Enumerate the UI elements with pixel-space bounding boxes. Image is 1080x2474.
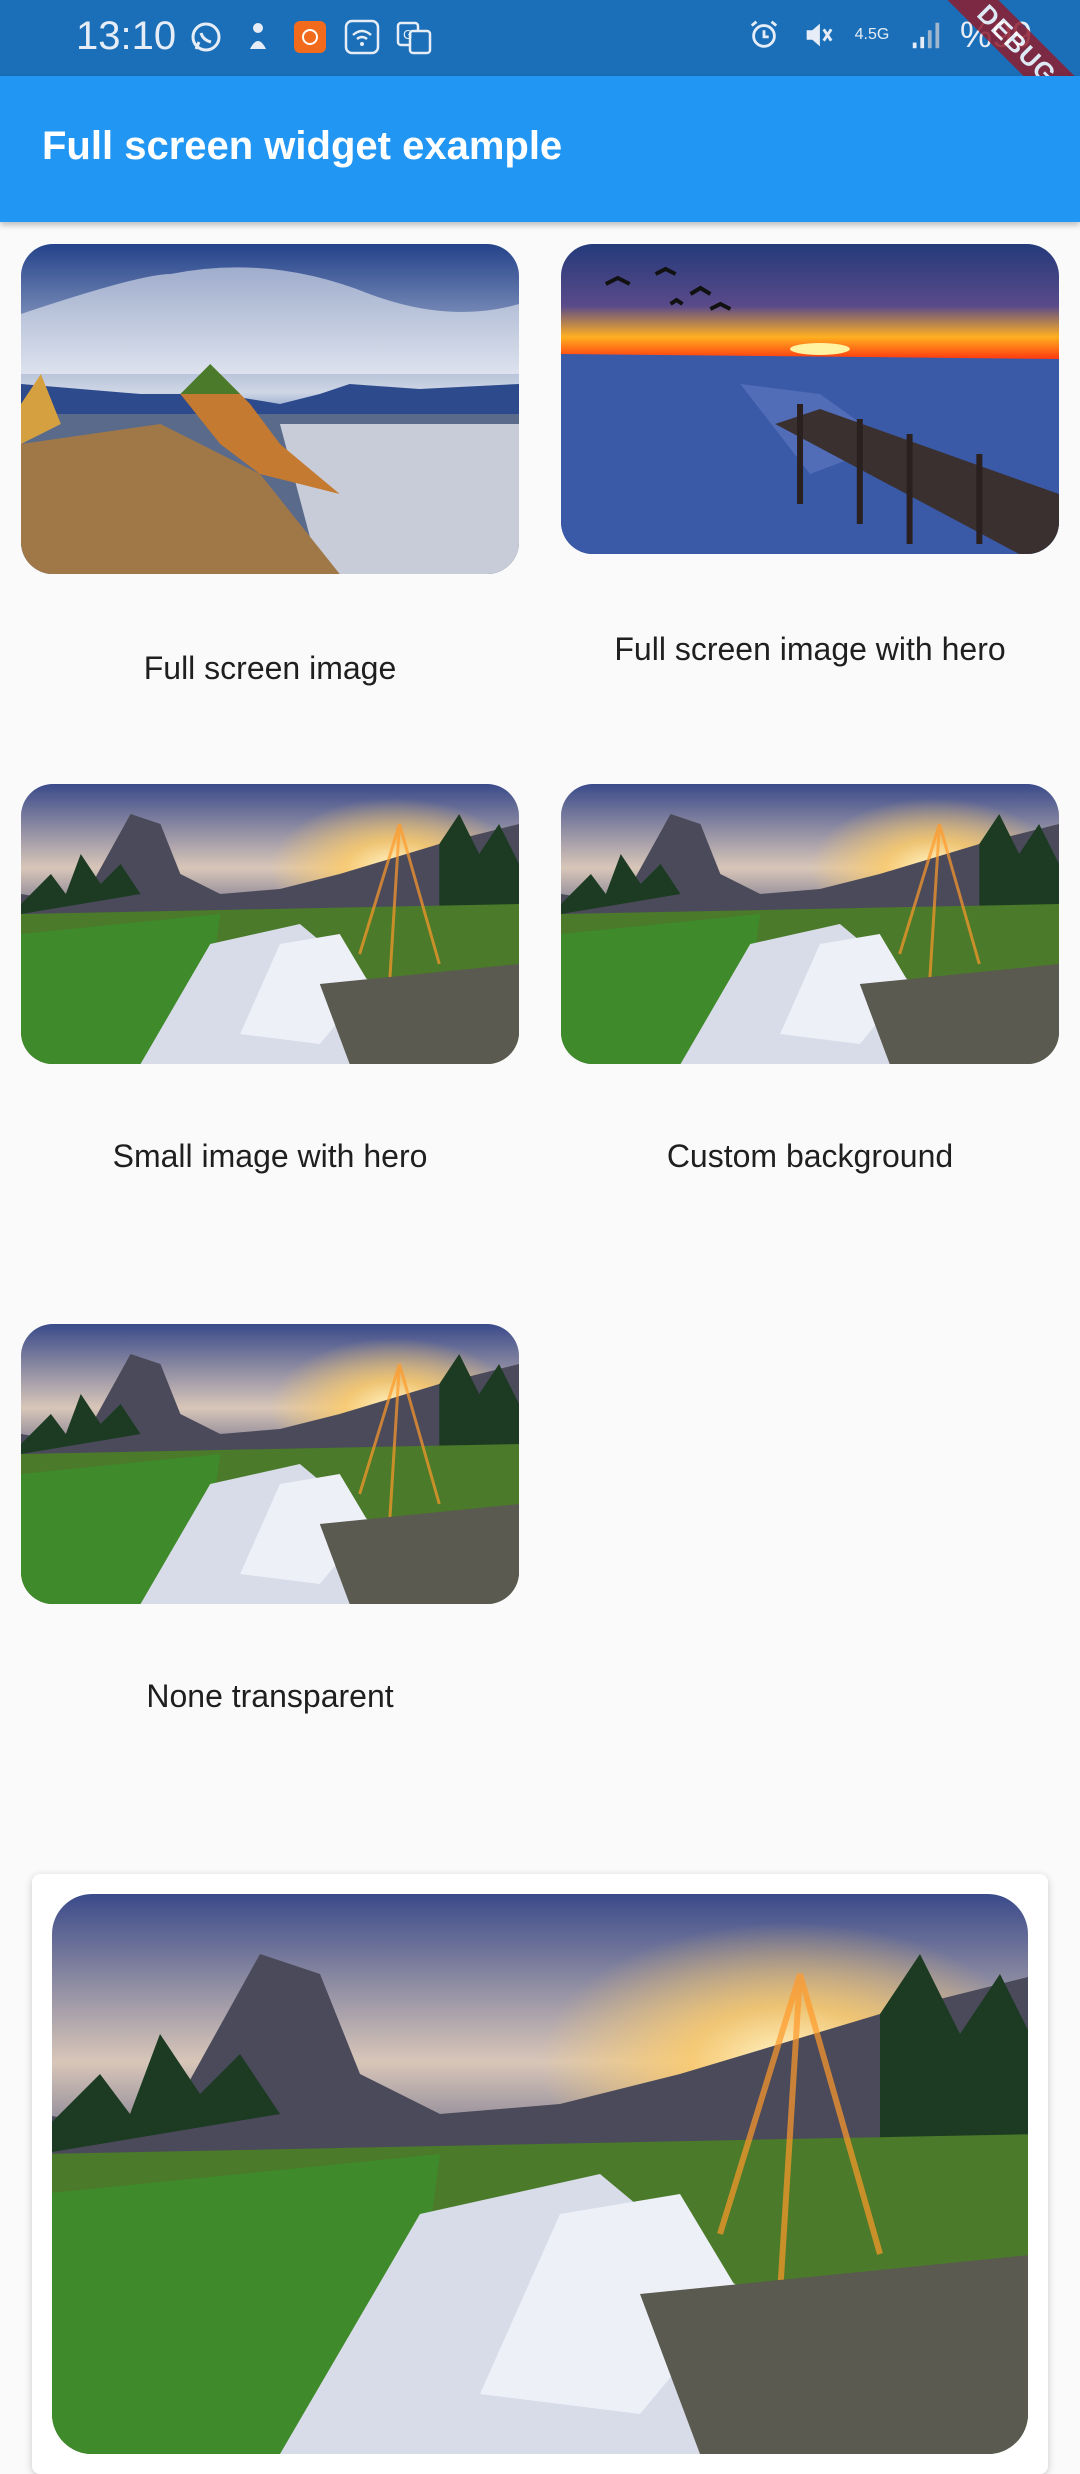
expanded-image[interactable] <box>52 1894 1028 2454</box>
status-left-icons: G <box>186 17 434 57</box>
status-bar: 13:10 G 4.5G %99 <box>0 0 1080 76</box>
caption-none-transparent: None transparent <box>146 1678 394 1714</box>
whatsapp-icon <box>186 17 226 57</box>
signal-icon <box>906 15 946 55</box>
mute-icon <box>798 15 838 55</box>
app-icon <box>290 17 330 57</box>
app-bar: Full screen widget example <box>0 76 1080 222</box>
caption-full-screen-image-with-hero: Full screen image with hero <box>614 631 1006 667</box>
wifi-alert-icon <box>342 17 382 57</box>
app-bar-title: Full screen widget example <box>42 124 563 168</box>
thumbnail-sunset-pier[interactable] <box>561 244 1059 554</box>
thumbnail-mountain-waterfall[interactable] <box>21 784 519 1064</box>
notification-icon <box>238 17 278 57</box>
thumbnail-mountain-waterfall[interactable] <box>561 784 1059 1064</box>
network-icon: 4.5G <box>852 15 892 55</box>
status-time: 13:10 <box>76 14 177 58</box>
caption-small-image-with-hero: Small image with hero <box>112 1138 428 1174</box>
network-label: 4.5G <box>854 26 890 43</box>
caption-full-screen-image: Full screen image <box>143 650 397 686</box>
thumbnail-mountain-waterfall[interactable] <box>21 1324 519 1604</box>
alarm-icon <box>744 15 784 55</box>
thumbnail-landscape-road[interactable] <box>21 244 519 574</box>
svg-text:G: G <box>403 28 412 42</box>
translate-icon: G <box>394 17 434 57</box>
caption-custom-background: Custom background <box>666 1138 954 1174</box>
